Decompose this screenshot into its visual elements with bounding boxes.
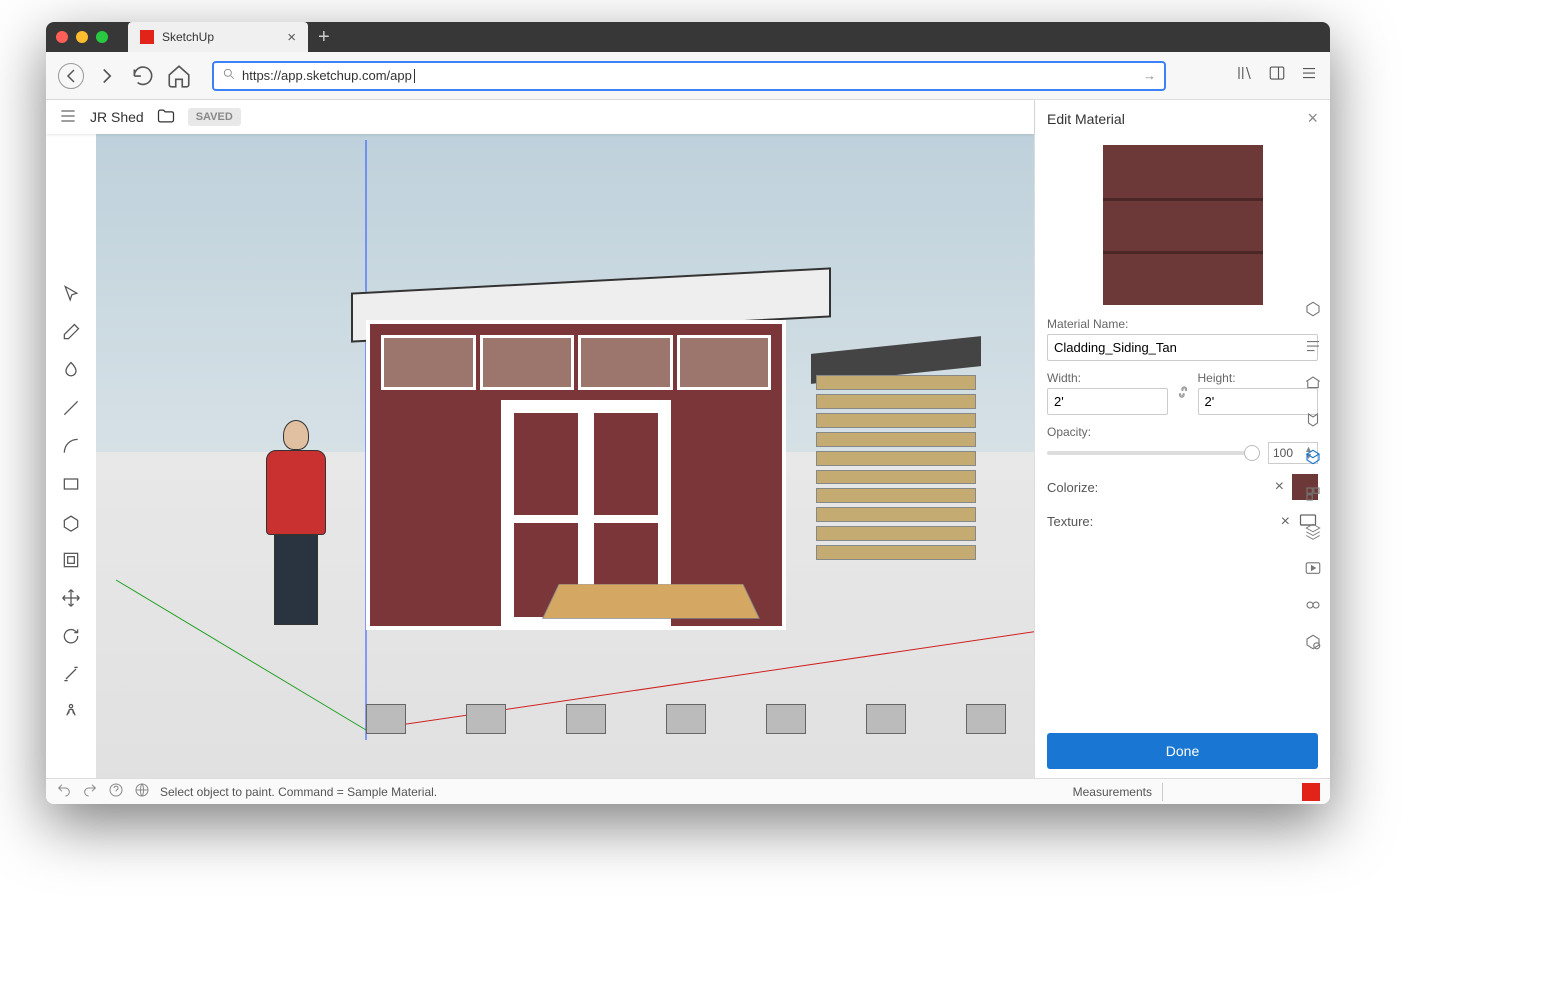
measurements-label: Measurements [1073,785,1152,799]
nav-forward-button[interactable] [94,63,120,89]
url-text: https://app.sketchup.com/app [242,68,412,83]
sketchup-favicon [140,30,154,44]
menu-icon[interactable] [1300,64,1318,87]
sketchup-logo-icon [1302,783,1320,801]
window-minimize-button[interactable] [76,31,88,43]
entity-info-icon[interactable] [1304,300,1322,323]
select-tool[interactable] [57,280,85,308]
status-hint: Select object to paint. Command = Sample… [160,785,437,799]
window-close-button[interactable] [56,31,68,43]
materials-icon[interactable] [1304,448,1322,471]
browser-tab[interactable]: SketchUp × [128,22,308,52]
components-icon[interactable] [1304,374,1322,397]
panel-close-button[interactable]: × [1307,108,1318,129]
panel-title: Edit Material [1047,111,1125,127]
offset-tool[interactable] [57,546,85,574]
text-cursor [414,69,415,83]
document-name: JR Shed [90,109,144,125]
status-bar: Select object to paint. Command = Sample… [46,778,1330,804]
measurements-input[interactable] [1162,783,1292,801]
window-titlebar: SketchUp × + [46,22,1330,52]
instructor-icon[interactable] [1304,337,1322,360]
scale-figure [256,420,336,630]
texture-clear-icon[interactable]: × [1281,513,1290,531]
app-menu-button[interactable] [58,106,78,129]
address-bar[interactable]: https://app.sketchup.com/app → [212,61,1166,91]
width-label: Width: [1047,371,1168,385]
go-icon[interactable]: → [1143,68,1156,83]
material-name-input[interactable] [1047,334,1318,361]
tab-close-icon[interactable]: × [287,29,296,46]
arc-tool[interactable] [57,432,85,460]
nav-reload-button[interactable] [130,63,156,89]
3dwarehouse-icon[interactable] [1304,633,1322,656]
material-name-label: Material Name: [1047,317,1318,331]
ramp-model [542,584,760,619]
undo-icon[interactable] [56,782,72,801]
edit-material-panel: Edit Material × Material Name: Width: [1034,100,1330,804]
rectangle-tool[interactable] [57,470,85,498]
outliner-icon[interactable] [1304,411,1322,434]
colorize-clear-icon[interactable]: × [1275,478,1284,496]
pier-blocks [366,704,1006,734]
tool-palette [46,100,96,804]
leanto-model [816,345,976,560]
sidebar-icon[interactable] [1268,64,1286,87]
nav-back-button[interactable] [58,63,84,89]
app-content: JR Shed SAVED [46,100,1330,804]
opacity-slider[interactable] [1047,451,1260,455]
tray-toolbar [1296,300,1330,656]
library-icon[interactable] [1236,64,1254,87]
browser-toolbar: https://app.sketchup.com/app → [46,52,1330,100]
opacity-label: Opacity: [1047,425,1318,439]
browser-window: SketchUp × + https://app.sketchup.com/ap… [46,22,1330,804]
nav-home-button[interactable] [166,63,192,89]
line-tool[interactable] [57,394,85,422]
search-icon [222,67,236,84]
material-preview [1103,145,1263,305]
window-maximize-button[interactable] [96,31,108,43]
done-button[interactable]: Done [1047,733,1318,769]
app-header: JR Shed SAVED [46,100,1034,134]
new-tab-button[interactable]: + [318,26,330,49]
redo-icon[interactable] [82,782,98,801]
styles-icon[interactable] [1304,485,1322,508]
paint-tool[interactable] [57,356,85,384]
tab-title: SketchUp [162,30,214,44]
display-icon[interactable] [1304,596,1322,619]
move-tool[interactable] [57,584,85,612]
width-input[interactable] [1047,388,1168,415]
eraser-tool[interactable] [57,318,85,346]
aspect-lock-icon[interactable] [1176,383,1190,404]
folder-icon[interactable] [156,106,176,129]
pushpull-tool[interactable] [57,508,85,536]
window-controls [56,31,108,43]
texture-label: Texture: [1047,514,1093,529]
scenes-icon[interactable] [1304,559,1322,582]
walk-tool[interactable] [57,698,85,726]
save-status: SAVED [188,108,241,126]
colorize-label: Colorize: [1047,480,1098,495]
viewport-3d[interactable] [96,100,1034,804]
rotate-tool[interactable] [57,622,85,650]
layers-icon[interactable] [1304,522,1322,545]
tape-tool[interactable] [57,660,85,688]
help-icon[interactable] [108,782,124,801]
geo-icon[interactable] [134,782,150,801]
